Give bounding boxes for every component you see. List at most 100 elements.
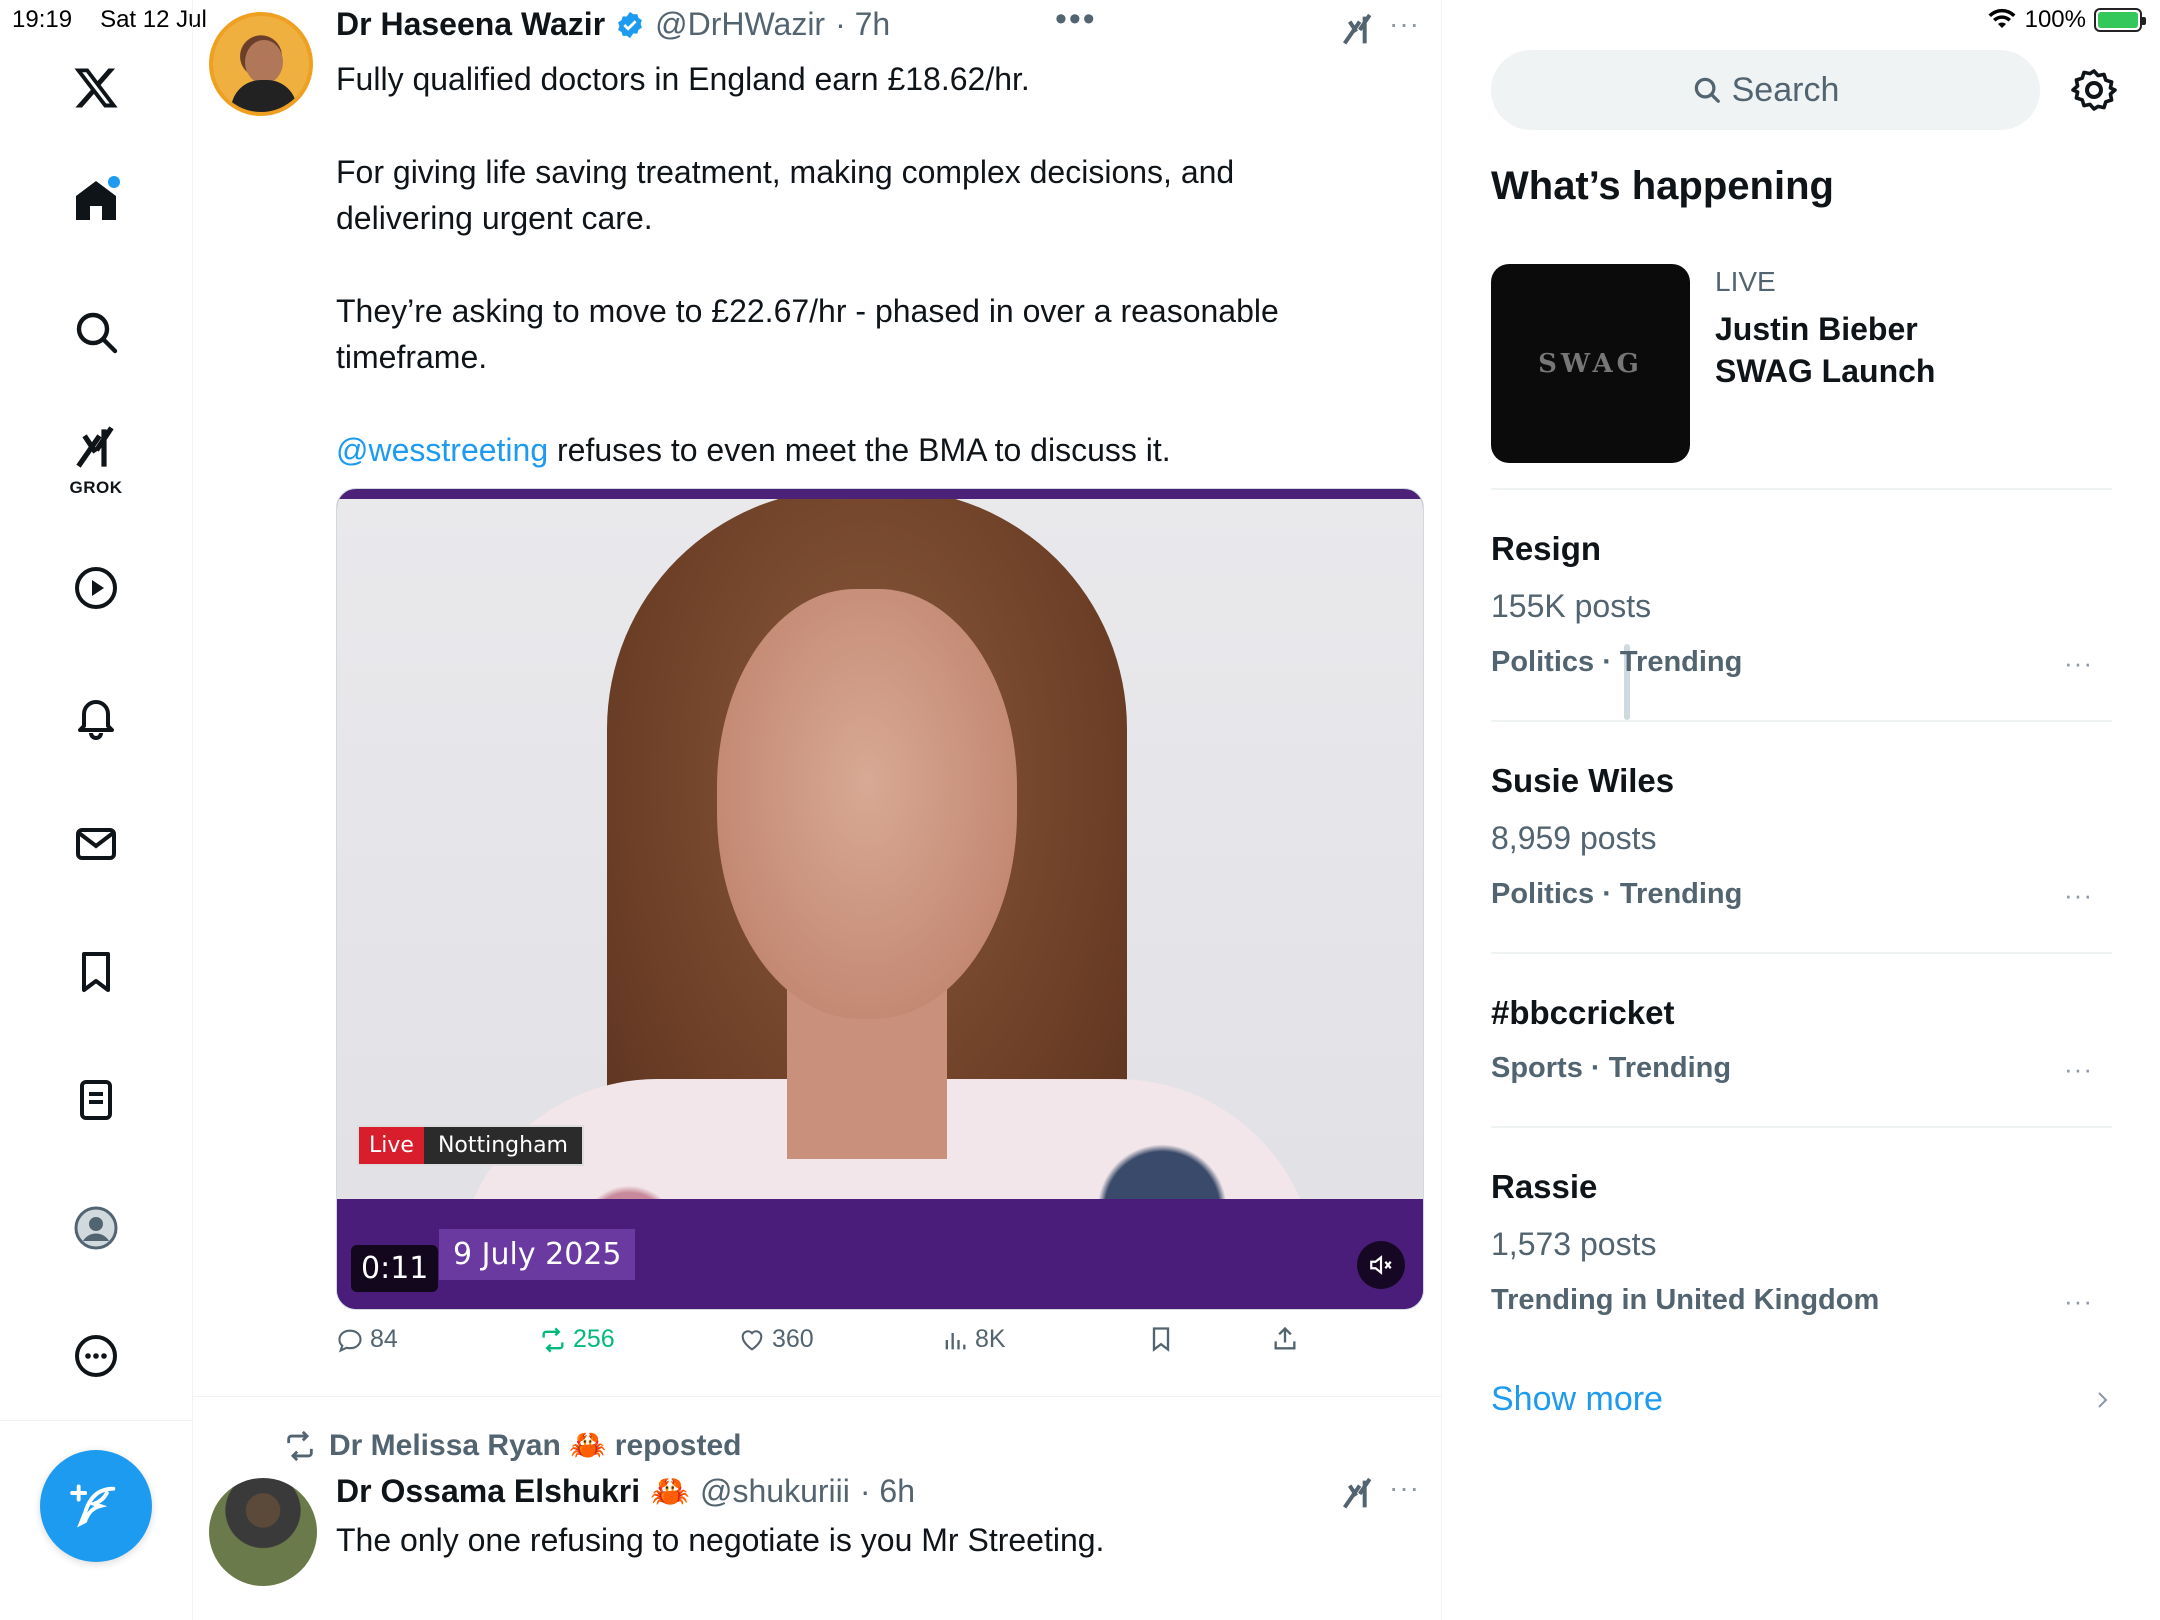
author-name[interactable]: Dr Haseena Wazir <box>336 6 605 43</box>
chevron-right-icon <box>2098 1392 2108 1408</box>
grok-explain-icon[interactable] <box>1338 10 1378 50</box>
reply-count: 84 <box>370 1325 398 1353</box>
compose-button[interactable] <box>40 1450 152 1562</box>
trend-category: Politics · Trending <box>1491 646 1743 678</box>
repost-button[interactable]: 256 <box>539 1325 615 1354</box>
show-more-link[interactable]: Show more <box>1491 1380 1663 1419</box>
tweet-divider <box>193 1396 1441 1397</box>
bookmark-icon <box>1152 1327 1170 1352</box>
trend-category: Sports · Trending <box>1491 1052 1732 1084</box>
live-label: LIVE <box>1715 266 1776 297</box>
author-handle[interactable]: @DrHWazir <box>655 6 825 43</box>
trend-category: Politics · Trending <box>1491 878 1743 910</box>
tweet-paragraph-mention: @wesstreeting refuses to even meet the B… <box>336 427 1366 473</box>
post-time: · 7h <box>835 6 891 42</box>
bookmark-button[interactable] <box>1147 1325 1175 1353</box>
mention-link[interactable]: @wesstreeting <box>336 432 548 468</box>
verified-badge-icon <box>618 11 643 38</box>
author-emoji: 🦀 <box>650 1473 690 1509</box>
live-location-tag: Live Nottingham <box>357 1125 584 1166</box>
tweet-body: The only one refusing to negotiate is yo… <box>336 1522 1105 1558</box>
lists-icon[interactable] <box>66 1070 126 1130</box>
trend-more-icon[interactable]: ··· <box>2064 880 2093 911</box>
mail-icon[interactable] <box>66 814 126 874</box>
tweet-header: Dr Haseena Wazir @DrHWazir · 7h <box>336 6 890 43</box>
left-nav: GROK <box>0 0 193 1620</box>
tweet-body: Fully qualified doctors in England earn … <box>336 56 1366 520</box>
analytics-icon <box>945 1332 966 1349</box>
trend-posts: 8,959 posts <box>1491 820 1657 856</box>
reply-button[interactable]: 84 <box>336 1325 398 1354</box>
view-count: 8K <box>975 1325 1006 1353</box>
search-icon <box>1694 77 1720 103</box>
divider <box>1491 952 2112 954</box>
tweet-paragraph: Fully qualified doctors in England earn … <box>336 61 1030 97</box>
feather-plus-icon <box>70 1484 116 1528</box>
trend-posts: 155K posts <box>1491 588 1652 624</box>
repost-count: 256 <box>573 1325 615 1353</box>
tweet-paragraph: They’re asking to move to £22.67/hr - ph… <box>336 293 1279 375</box>
trend-more-icon[interactable]: ··· <box>2064 1286 2093 1317</box>
bell-icon[interactable] <box>66 686 126 746</box>
video-date: 9 July 2025 <box>439 1229 636 1280</box>
mute-button[interactable] <box>1357 1241 1405 1289</box>
repost-icon <box>542 1327 564 1352</box>
trend-name: #bbccricket <box>1491 994 1675 1031</box>
profile-icon[interactable] <box>66 1198 126 1258</box>
grok-icon[interactable] <box>66 418 126 478</box>
share-button[interactable] <box>1271 1325 1299 1353</box>
gear-icon[interactable] <box>2070 66 2118 114</box>
divider <box>1491 1126 2112 1128</box>
avatar[interactable] <box>209 12 313 116</box>
tweet-paragraph: For giving life saving treatment, making… <box>336 154 1235 236</box>
battery-percent: 100% <box>2024 6 2086 33</box>
wifi-icon <box>1988 8 2016 28</box>
mention-text: refuses to even meet the BMA to discuss … <box>548 432 1171 468</box>
window-dots-icon[interactable]: ••• <box>1055 0 1097 39</box>
avatar[interactable] <box>209 1478 317 1586</box>
tweet-more-icon[interactable]: ··· <box>1389 8 1420 40</box>
tweet-header: Dr Ossama Elshukri 🦀 @shukuriii · 6h <box>336 1472 915 1510</box>
like-count: 360 <box>772 1325 814 1353</box>
whats-happening-heading: What’s happening <box>1491 164 1834 208</box>
video-timestamp: 0:11 <box>351 1245 439 1292</box>
status-bar-right: 100% <box>1987 6 2146 34</box>
speaker-muted-icon <box>1370 1255 1392 1275</box>
more-options-icon[interactable] <box>66 1326 126 1386</box>
bookmark-nav-icon[interactable] <box>66 942 126 1002</box>
trend-name: Susie Wiles <box>1491 762 1675 799</box>
trend-name: Resign <box>1491 530 1602 567</box>
author-handle[interactable]: @shukuriii <box>700 1473 850 1510</box>
share-icon <box>1274 1326 1296 1350</box>
post-time: · 6h <box>859 1472 915 1509</box>
home-icon[interactable] <box>66 170 126 230</box>
event-thumbnail: SWAG <box>1491 264 1690 463</box>
grok-label: GROK <box>69 478 123 497</box>
event-title: Justin Bieber SWAG Launch <box>1715 311 1936 389</box>
nav-divider <box>0 1420 193 1421</box>
reposted-by[interactable]: Dr Melissa Ryan 🦀 reposted <box>329 1428 742 1463</box>
video-frame <box>337 499 1423 1199</box>
trend-more-icon[interactable]: ··· <box>2064 1054 2093 1085</box>
grok-explain-icon[interactable] <box>1338 1474 1378 1514</box>
video-icon[interactable] <box>66 558 126 618</box>
trend-more-icon[interactable]: ··· <box>2064 648 2093 679</box>
battery-icon <box>2094 8 2146 32</box>
author-name[interactable]: Dr Ossama Elshukri <box>336 1473 640 1510</box>
like-button[interactable]: 360 <box>738 1325 814 1354</box>
search-input[interactable]: Search <box>1491 50 2040 130</box>
trend-posts: 1,573 posts <box>1491 1226 1657 1262</box>
trend-category: Trending in United Kingdom <box>1491 1284 1880 1316</box>
notification-dot <box>108 176 120 188</box>
location-label: Nottingham <box>423 1127 582 1164</box>
repost-icon <box>287 1430 313 1461</box>
tweet-more-icon[interactable]: ··· <box>1389 1472 1420 1504</box>
reply-icon <box>338 1329 362 1352</box>
repost-context: Dr Melissa Ryan 🦀 reposted <box>283 1428 742 1463</box>
views-button[interactable]: 8K <box>941 1325 1006 1354</box>
trend-name: Rassie <box>1491 1168 1598 1205</box>
search-nav-icon[interactable] <box>66 302 126 362</box>
x-logo-icon[interactable] <box>66 58 126 118</box>
divider <box>1491 720 2112 722</box>
video-player[interactable]: Live Nottingham 9 July 2025 0:11 <box>336 488 1424 1310</box>
